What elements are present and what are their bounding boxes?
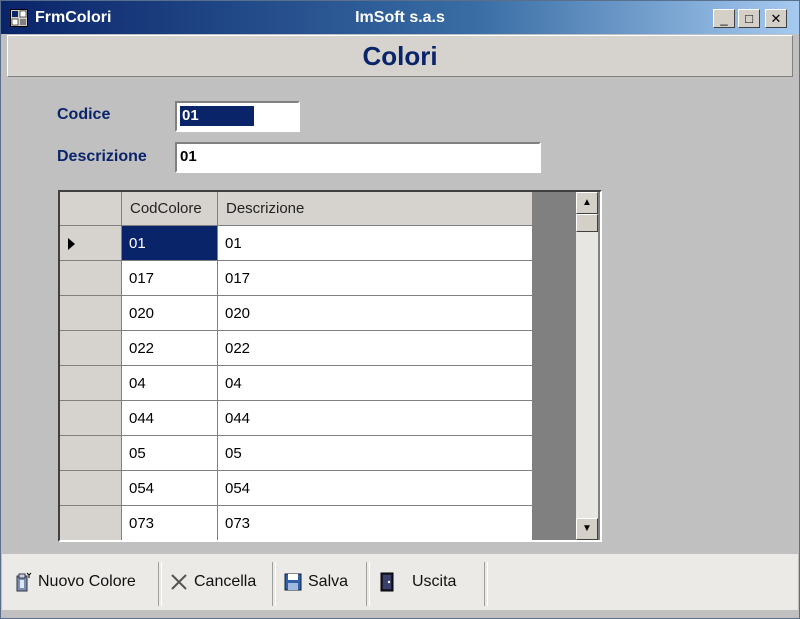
cell-descrizione[interactable]: 020 [218,296,532,331]
maximize-button[interactable]: □ [738,9,760,28]
row-selector[interactable] [60,401,122,436]
cell-codcolore[interactable]: 01 [122,226,218,261]
uscita-label: Uscita [412,573,457,590]
cell-descrizione[interactable]: 044 [218,401,532,436]
codice-value: 01 [180,106,254,126]
row-selector[interactable] [60,331,122,366]
cell-descrizione[interactable]: 054 [218,471,532,506]
cell-descrizione[interactable]: 05 [218,436,532,471]
salva-button[interactable]: Salva [282,554,348,610]
new-color-icon [16,572,32,592]
page-title: Colori [362,41,438,71]
table-row[interactable]: 073 073 [60,506,532,540]
cell-codcolore[interactable]: 05 [122,436,218,471]
row-selector[interactable] [60,296,122,331]
cell-codcolore[interactable]: 022 [122,331,218,366]
cell-codcolore[interactable]: 04 [122,366,218,401]
cell-codcolore[interactable]: 044 [122,401,218,436]
window-title: FrmColori [35,9,112,26]
toolbar-separator [272,562,276,606]
cell-descrizione[interactable]: 017 [218,261,532,296]
cell-codcolore[interactable]: 017 [122,261,218,296]
row-selector[interactable] [60,226,122,261]
delete-x-icon [171,574,187,590]
main-window: FrmColori ImSoft s.a.s _ □ ✕ Colori Codi… [0,0,800,619]
title-bar[interactable]: FrmColori ImSoft s.a.s _ □ ✕ [1,1,799,34]
cell-descrizione[interactable]: 022 [218,331,532,366]
toolbar-separator [158,562,162,606]
row-selector[interactable] [60,506,122,540]
salva-label: Salva [308,573,349,590]
toolbar-separator [366,562,370,606]
app-form-icon [10,9,28,27]
codice-input[interactable]: 01 [175,101,300,132]
table-row[interactable]: 04 04 [60,366,532,401]
descrizione-input[interactable]: 01 [175,142,541,173]
minimize-button[interactable]: _ [713,9,735,28]
column-header-descrizione[interactable]: Descrizione [218,192,532,226]
current-row-arrow-icon [68,238,75,250]
cell-descrizione[interactable]: 01 [218,226,532,261]
table-row[interactable]: 054 054 [60,471,532,506]
table-row[interactable]: 044 044 [60,401,532,436]
exit-door-icon [380,572,394,592]
scrollbar-thumb[interactable] [576,214,598,232]
vertical-scrollbar[interactable]: ▲ ▼ [576,192,598,540]
window-company-title: ImSoft s.a.s [355,9,445,26]
colors-data-grid[interactable]: CodColore Descrizione 01 01 017 017 020 020 02… [58,190,602,542]
table-row[interactable]: 01 01 [60,226,532,261]
toolbar-separator [484,562,488,606]
table-row[interactable]: 05 05 [60,436,532,471]
nuovo-colore-label: Nuovo Colore [38,573,136,590]
cell-descrizione[interactable]: 073 [218,506,532,540]
cell-codcolore[interactable]: 020 [122,296,218,331]
uscita-button[interactable]: Uscita [376,554,456,610]
table-row[interactable]: 017 017 [60,261,532,296]
cancella-label: Cancella [194,573,257,590]
row-header-corner[interactable] [60,192,122,226]
grid-body: CodColore Descrizione 01 01 017 017 020 020 02… [60,192,532,540]
scroll-up-arrow-icon[interactable]: ▲ [576,192,598,214]
grid-rows: 01 01 017 017 020 020 022 022 04 04 044 044 05 05 054 0… [60,226,532,540]
grid-header-row: CodColore Descrizione [60,192,532,226]
header-panel: Colori [7,35,793,77]
cell-codcolore[interactable]: 073 [122,506,218,540]
floppy-save-icon [284,573,302,591]
table-row[interactable]: 020 020 [60,296,532,331]
column-header-codcolore[interactable]: CodColore [122,192,218,226]
scroll-down-arrow-icon[interactable]: ▼ [576,518,598,540]
row-selector[interactable] [60,471,122,506]
row-selector[interactable] [60,261,122,296]
row-selector[interactable] [60,436,122,471]
close-button[interactable]: ✕ [765,9,787,28]
nuovo-colore-button[interactable]: Nuovo Colore [12,554,136,610]
descrizione-label: Descrizione [57,148,147,165]
bottom-toolbar: Nuovo Colore Cancella Salva Uscita [2,554,798,610]
row-selector[interactable] [60,366,122,401]
cell-descrizione[interactable]: 04 [218,366,532,401]
codice-label: Codice [57,106,111,123]
table-row[interactable]: 022 022 [60,331,532,366]
cell-codcolore[interactable]: 054 [122,471,218,506]
cancella-button[interactable]: Cancella [168,554,256,610]
